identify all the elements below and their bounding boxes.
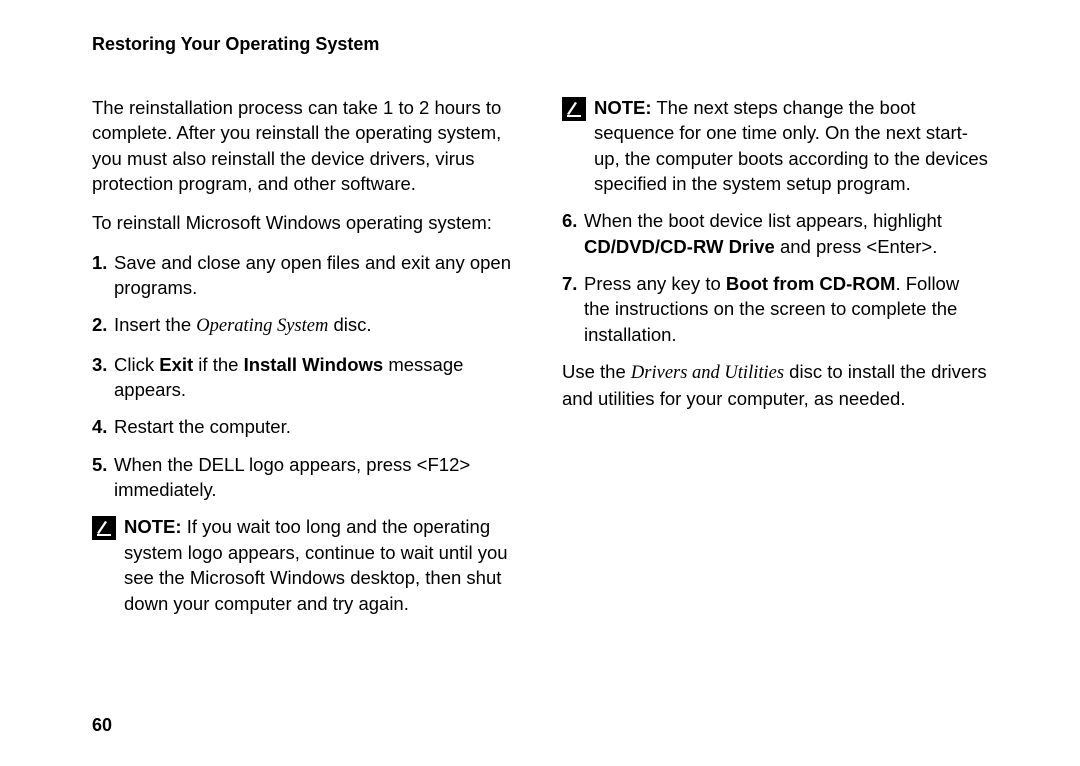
step-number: 1. [92, 250, 114, 301]
page-number: 60 [92, 715, 112, 736]
text: Use the [562, 361, 631, 382]
intro-paragraph: The reinstallation process can take 1 to… [92, 95, 518, 196]
bold-text: Boot from CD-ROM [726, 273, 896, 294]
note-icon [92, 516, 116, 540]
step-body: Press any key to Boot from CD-ROM. Follo… [584, 271, 988, 347]
step-2: 2. Insert the Operating System disc. [92, 312, 518, 339]
page: Restoring Your Operating System The rein… [0, 0, 1080, 766]
step-3: 3. Click Exit if the Install Windows mes… [92, 352, 518, 403]
note-body: NOTE: If you wait too long and the opera… [124, 514, 518, 615]
content-columns: The reinstallation process can take 1 to… [92, 95, 988, 628]
step-number: 6. [562, 208, 584, 259]
step-body: Insert the Operating System disc. [114, 312, 518, 339]
note-icon [562, 97, 586, 121]
step-body: When the DELL logo appears, press <F12> … [114, 452, 518, 503]
step-body: Restart the computer. [114, 414, 518, 439]
step-body: Save and close any open files and exit a… [114, 250, 518, 301]
note-label: NOTE: [124, 516, 182, 537]
steps-list-left: 1. Save and close any open files and exi… [92, 250, 518, 503]
note-text: If you wait too long and the operating s… [124, 516, 508, 613]
text: When the boot device list appears, highl… [584, 210, 942, 231]
left-column: The reinstallation process can take 1 to… [92, 95, 518, 628]
text: disc. [328, 314, 371, 335]
step-number: 2. [92, 312, 114, 339]
text: Click [114, 354, 159, 375]
step-7: 7. Press any key to Boot from CD-ROM. Fo… [562, 271, 988, 347]
note-block: NOTE: The next steps change the boot seq… [562, 95, 988, 196]
text: Insert the [114, 314, 196, 335]
step-4: 4. Restart the computer. [92, 414, 518, 439]
step-1: 1. Save and close any open files and exi… [92, 250, 518, 301]
steps-list-right: 6. When the boot device list appears, hi… [562, 208, 988, 347]
closing-paragraph: Use the Drivers and Utilities disc to in… [562, 359, 988, 412]
italic-text: Operating System [196, 316, 328, 336]
bold-text: CD/DVD/CD-RW Drive [584, 236, 775, 257]
note-body: NOTE: The next steps change the boot seq… [594, 95, 988, 196]
page-title: Restoring Your Operating System [92, 34, 988, 55]
right-column: NOTE: The next steps change the boot seq… [562, 95, 988, 628]
note-label: NOTE: [594, 97, 652, 118]
italic-text: Drivers and Utilities [631, 363, 784, 383]
step-number: 3. [92, 352, 114, 403]
step-number: 5. [92, 452, 114, 503]
step-number: 7. [562, 271, 584, 347]
step-body: When the boot device list appears, highl… [584, 208, 988, 259]
text: and press <Enter>. [775, 236, 938, 257]
text: if the [193, 354, 243, 375]
step-number: 4. [92, 414, 114, 439]
step-6: 6. When the boot device list appears, hi… [562, 208, 988, 259]
lead-paragraph: To reinstall Microsoft Windows operating… [92, 210, 518, 235]
note-text: The next steps change the boot sequence … [594, 97, 988, 194]
step-5: 5. When the DELL logo appears, press <F1… [92, 452, 518, 503]
bold-text: Install Windows [244, 354, 384, 375]
bold-text: Exit [159, 354, 193, 375]
text: Press any key to [584, 273, 726, 294]
step-body: Click Exit if the Install Windows messag… [114, 352, 518, 403]
note-block: NOTE: If you wait too long and the opera… [92, 514, 518, 615]
